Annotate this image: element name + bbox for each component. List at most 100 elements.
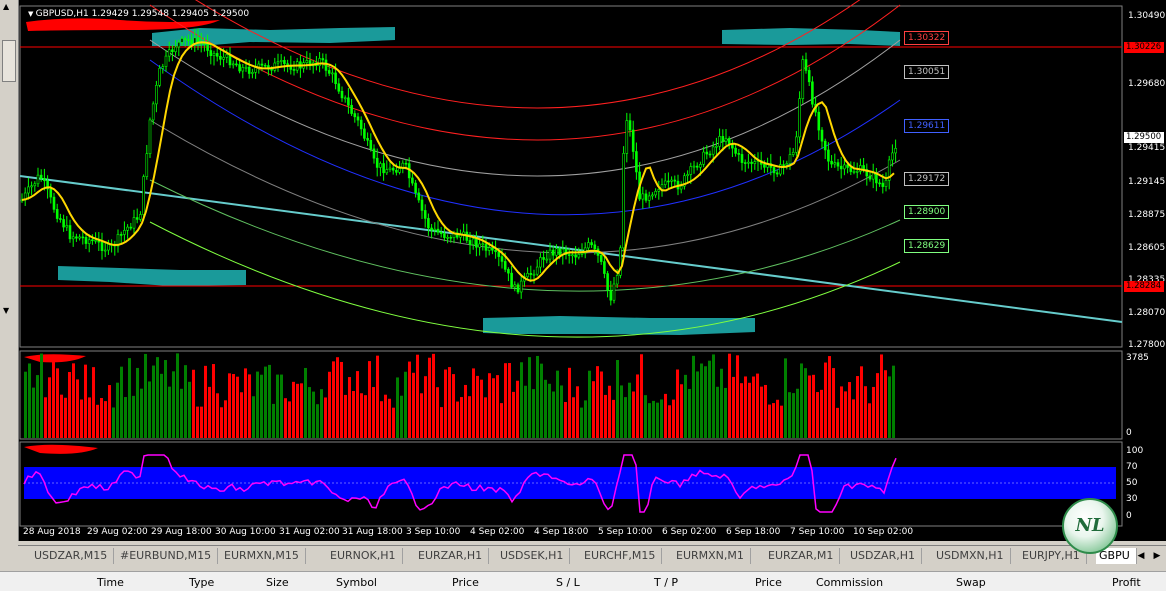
volume-bar	[800, 363, 803, 438]
col-price[interactable]: Price	[452, 576, 479, 589]
volume-bar	[384, 394, 387, 438]
tab-eurzar-m1[interactable]: EURZAR,M1	[762, 548, 841, 564]
volume-bar	[456, 401, 459, 438]
candle-body	[612, 283, 616, 301]
volume-bar	[196, 406, 199, 438]
candle-body	[715, 145, 718, 148]
candle-body	[542, 257, 545, 260]
candle-body	[836, 162, 840, 167]
volume-bar	[844, 391, 847, 438]
tab-eurmxn-m15[interactable]: EURMXN,M15	[218, 548, 306, 564]
candle-body	[641, 193, 645, 200]
volume-bar	[580, 407, 583, 438]
volume-bar	[612, 399, 615, 438]
candle-body	[103, 249, 107, 252]
tab-usdzar-h1[interactable]: USDZAR,H1	[844, 548, 922, 564]
candle-body	[55, 209, 59, 219]
volume-bar	[704, 366, 707, 438]
candle-body	[868, 175, 872, 180]
candle-body	[433, 228, 437, 231]
vertical-scrollbar[interactable]: ▲ ▼	[0, 0, 19, 541]
volume-bar	[688, 388, 691, 438]
candle-body	[190, 39, 193, 45]
tab-eurzar-h1[interactable]: EURZAR,H1	[412, 548, 490, 564]
col-type[interactable]: Type	[189, 576, 214, 589]
scroll-up-icon[interactable]: ▲	[3, 2, 9, 11]
volume-bar	[320, 389, 323, 438]
chart-window[interactable]: ▲ ▼ ▼ GBPUSD,H1 1.29429 1.29548 1.29405 …	[0, 0, 1166, 541]
col-size[interactable]: Size	[266, 576, 289, 589]
candle-body	[129, 226, 133, 229]
candle-body	[126, 226, 129, 231]
volume-bar	[344, 394, 347, 438]
volume-bar	[400, 395, 403, 438]
candle-body	[532, 273, 536, 276]
candle-body	[359, 119, 363, 130]
col-symbol[interactable]: Symbol	[336, 576, 377, 589]
volume-bar	[616, 360, 619, 438]
candle-body	[497, 251, 501, 257]
volume-bar	[64, 397, 67, 438]
tab-usdmxn-h1[interactable]: USDMXN,H1	[930, 548, 1011, 564]
candle-body	[324, 59, 328, 71]
candle-body	[427, 218, 430, 229]
volume-bar	[508, 363, 511, 438]
candle-body	[379, 163, 382, 168]
tab-usdsek-h1[interactable]: USDSEK,H1	[494, 548, 571, 564]
price-chart[interactable]	[0, 0, 1166, 541]
volume-bar	[72, 363, 75, 438]
candle-body	[180, 38, 184, 43]
volume-bar	[644, 395, 647, 438]
tab-eurbund-m15[interactable]: #EURBUND,M15	[114, 548, 219, 564]
candle-body	[734, 147, 737, 154]
candle-body	[775, 172, 779, 175]
time-label: 30 Aug 10:00	[215, 527, 276, 537]
time-label: 6 Sep 02:00	[662, 527, 717, 537]
tab-scroll-right-icon[interactable]: ▶	[1150, 549, 1164, 563]
tab-eurnok-h1[interactable]: EURNOK,H1	[324, 548, 403, 564]
volume-bar	[392, 407, 395, 438]
tab-scroll-left-icon[interactable]: ◀	[1134, 549, 1148, 563]
terminal-header: Time Type Size Symbol Price S / L T / P …	[0, 571, 1166, 591]
col-commission[interactable]: Commission	[816, 576, 883, 589]
dropdown-icon[interactable]: ▼	[28, 10, 36, 18]
rsi-scale-label: 0	[1126, 511, 1132, 521]
volume-bar	[40, 353, 43, 438]
candle-body	[404, 162, 408, 165]
tab-usdzar-m15[interactable]: USDZAR,M15	[28, 548, 115, 564]
tab-eurmxn-m1[interactable]: EURMXN,M1	[670, 548, 751, 564]
candle-body	[158, 68, 161, 86]
regression-curve	[149, 4, 901, 141]
candle-body	[247, 66, 251, 74]
volume-bar	[736, 355, 739, 438]
volume-bar	[436, 387, 439, 438]
scroll-down-icon[interactable]: ▼	[3, 306, 9, 315]
logo-text: NL	[1075, 515, 1105, 536]
col-profit[interactable]: Profit	[1112, 576, 1141, 589]
candle-body	[753, 161, 757, 164]
candle-body	[334, 72, 337, 85]
regression-curve	[149, 179, 901, 292]
candle-body	[71, 236, 75, 240]
col-price-2[interactable]: Price	[755, 576, 782, 589]
col-swap[interactable]: Swap	[956, 576, 986, 589]
candle-body	[430, 227, 433, 231]
candle-body	[123, 230, 126, 235]
volume-bar	[236, 376, 239, 438]
volume-bar	[532, 389, 535, 438]
col-time[interactable]: Time	[97, 576, 124, 589]
volume-bar	[212, 364, 215, 438]
candle-body	[478, 243, 481, 248]
candle-body	[555, 248, 558, 256]
candle-body	[100, 241, 104, 251]
candle-body	[177, 42, 181, 48]
tab-eurchf-m15[interactable]: EURCHF,M15	[578, 548, 663, 564]
candle-body	[484, 243, 488, 251]
col-sl[interactable]: S / L	[556, 576, 580, 589]
candle-body	[382, 163, 385, 174]
volume-bar	[240, 392, 243, 438]
scroll-thumb[interactable]	[2, 40, 16, 82]
volume-bar	[520, 362, 523, 438]
col-tp[interactable]: T / P	[654, 576, 678, 589]
candle-body	[139, 214, 142, 220]
